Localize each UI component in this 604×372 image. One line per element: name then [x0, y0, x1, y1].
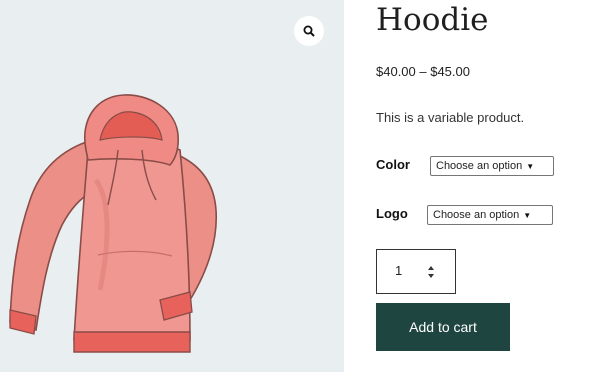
quantity-value[interactable]: 1 [395, 263, 402, 278]
logo-select-value: Choose an option [433, 209, 520, 221]
hoodie-product-image[interactable] [0, 0, 344, 372]
product-title: Hoodie [376, 2, 489, 38]
color-select[interactable]: Choose an option ▼ [430, 156, 554, 176]
product-gallery [0, 0, 344, 372]
logo-select[interactable]: Choose an option ▼ [427, 205, 553, 225]
color-select-value: Choose an option [436, 160, 523, 172]
product-price: $40.00 – $45.00 [376, 64, 470, 79]
logo-label: Logo [376, 206, 408, 221]
quantity-spinner-icon[interactable] [427, 264, 435, 280]
chevron-down-icon: ▼ [523, 210, 532, 220]
add-to-cart-button[interactable]: Add to cart [376, 303, 510, 351]
color-label: Color [376, 157, 410, 172]
chevron-down-icon: ▼ [526, 161, 535, 171]
zoom-button[interactable] [294, 16, 324, 46]
product-description: This is a variable product. [376, 110, 525, 125]
quantity-stepper[interactable]: 1 [376, 249, 456, 294]
zoom-magnifier-icon [303, 25, 315, 37]
